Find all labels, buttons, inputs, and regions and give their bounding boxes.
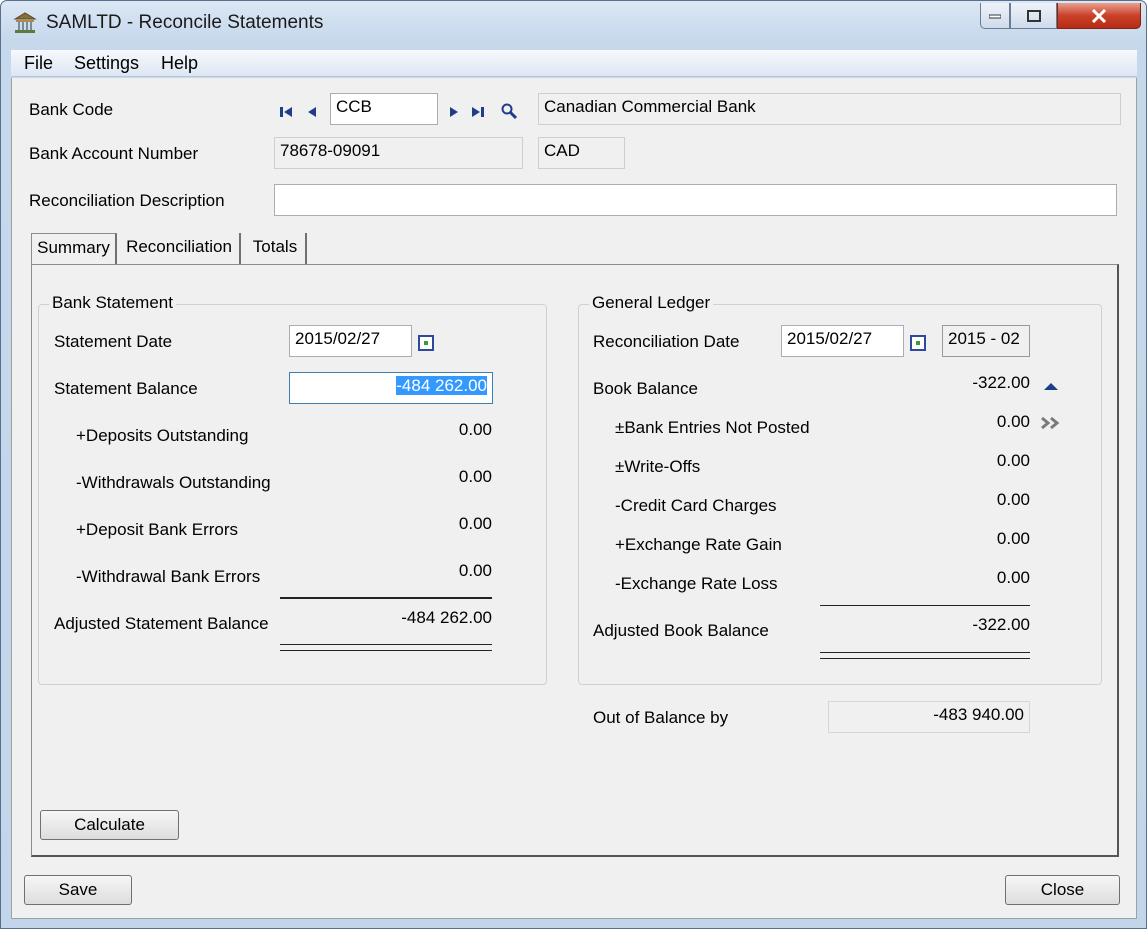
bank-account-number-value: 78678-09091 bbox=[280, 141, 381, 160]
calculate-button-label: Calculate bbox=[74, 815, 145, 834]
gl-total-double-rule-bottom bbox=[820, 658, 1030, 659]
client-area: Bank Code CCB Canadian Commercial Bank B… bbox=[11, 78, 1137, 919]
maximize-icon bbox=[1026, 9, 1041, 22]
statement-balance-input[interactable]: -484 262.00 bbox=[289, 372, 493, 404]
tab-reconciliation-label: Reconciliation bbox=[126, 237, 232, 256]
reconciliation-date-value: 2015/02/27 bbox=[787, 329, 873, 348]
magnifier-icon[interactable] bbox=[501, 103, 517, 119]
tab-totals[interactable]: Totals bbox=[245, 233, 307, 265]
credit-card-charges-value: 0.00 bbox=[996, 490, 1030, 509]
withdrawal-bank-errors-label: -Withdrawal Bank Errors bbox=[76, 567, 261, 586]
adjusted-statement-balance-label: Adjusted Statement Balance bbox=[54, 614, 269, 633]
adjusted-book-balance-value: -322.00 bbox=[972, 615, 1030, 634]
out-of-balance-field: -483 940.00 bbox=[828, 701, 1030, 733]
menu-file[interactable]: File bbox=[24, 53, 53, 74]
fiscal-period-field[interactable]: 2015 - 02 bbox=[942, 325, 1030, 357]
currency-field: CAD bbox=[538, 137, 625, 169]
write-offs-label: ±Write-Offs bbox=[615, 457, 701, 476]
minimize-button[interactable] bbox=[980, 3, 1010, 29]
general-ledger-title: General Ledger bbox=[589, 293, 714, 313]
statement-date-label: Statement Date bbox=[54, 332, 173, 351]
gl-subtotal-rule bbox=[820, 605, 1030, 606]
first-record-icon[interactable] bbox=[278, 104, 294, 120]
bank-account-number-label: Bank Account Number bbox=[29, 144, 199, 163]
close-button[interactable]: Close bbox=[1005, 875, 1120, 905]
currency-value: CAD bbox=[544, 141, 580, 160]
bank-building-icon bbox=[13, 12, 37, 33]
subtotal-rule bbox=[280, 597, 492, 599]
deposit-bank-errors-label: +Deposit Bank Errors bbox=[76, 520, 239, 539]
window-title: SAMLTD - Reconcile Statements bbox=[46, 12, 324, 33]
reconciliation-date-input[interactable]: 2015/02/27 bbox=[781, 325, 904, 357]
total-double-rule-bottom bbox=[280, 650, 492, 651]
bank-name-field: Canadian Commercial Bank bbox=[538, 93, 1121, 125]
book-balance-value: -322.00 bbox=[972, 373, 1030, 392]
bank-code-label: Bank Code bbox=[29, 100, 114, 119]
tab-summary[interactable]: Summary bbox=[31, 233, 117, 267]
out-of-balance-label: Out of Balance by bbox=[593, 708, 729, 727]
statement-date-input[interactable]: 2015/02/27 bbox=[289, 325, 412, 357]
save-button[interactable]: Save bbox=[24, 875, 132, 905]
exchange-rate-gain-label: +Exchange Rate Gain bbox=[615, 535, 782, 554]
next-record-icon[interactable] bbox=[446, 104, 462, 120]
reconciliation-description-input[interactable] bbox=[274, 184, 1117, 216]
total-double-rule-top bbox=[280, 644, 492, 645]
exchange-rate-loss-value: 0.00 bbox=[996, 568, 1030, 587]
menu-help-label: Help bbox=[161, 53, 199, 73]
drilldown-icon[interactable] bbox=[1039, 415, 1063, 431]
bank-code-input[interactable]: CCB bbox=[330, 93, 438, 125]
close-icon bbox=[1091, 8, 1107, 23]
bank-code-value: CCB bbox=[336, 97, 372, 116]
withdrawals-outstanding-label: -Withdrawals Outstanding bbox=[76, 473, 271, 492]
tab-reconciliation[interactable]: Reconciliation bbox=[119, 233, 241, 265]
withdrawals-outstanding-value: 0.00 bbox=[458, 467, 492, 486]
adjusted-book-balance-label: Adjusted Book Balance bbox=[593, 621, 769, 640]
menu-settings[interactable]: Settings bbox=[74, 53, 139, 74]
reconcile-statements-window: SAMLTD - Reconcile Statements File Setti… bbox=[0, 0, 1147, 929]
book-balance-label: Book Balance bbox=[593, 379, 698, 398]
statement-balance-value: -484 262.00 bbox=[396, 376, 487, 395]
calendar-icon[interactable] bbox=[910, 335, 926, 351]
deposits-outstanding-label: +Deposits Outstanding bbox=[76, 426, 249, 445]
write-offs-value: 0.00 bbox=[996, 451, 1030, 470]
bank-account-number-field: 78678-09091 bbox=[274, 137, 523, 169]
title-bar[interactable]: SAMLTD - Reconcile Statements bbox=[1, 1, 1146, 45]
adjusted-statement-balance-value: -484 262.00 bbox=[401, 608, 492, 627]
bank-entries-not-posted-label: ±Bank Entries Not Posted bbox=[615, 418, 810, 437]
menu-help[interactable]: Help bbox=[161, 53, 198, 74]
calendar-icon[interactable] bbox=[418, 335, 434, 351]
withdrawal-bank-errors-value: 0.00 bbox=[458, 561, 492, 580]
credit-card-charges-label: -Credit Card Charges bbox=[615, 496, 777, 515]
close-button-label: Close bbox=[1040, 880, 1085, 899]
menu-file-label: File bbox=[24, 53, 54, 73]
bank-name-value: Canadian Commercial Bank bbox=[544, 97, 756, 116]
summary-tab-panel: Bank Statement Statement Date 2015/02/27… bbox=[31, 264, 1119, 857]
bank-entries-not-posted-value: 0.00 bbox=[996, 412, 1030, 431]
reconciliation-date-label: Reconciliation Date bbox=[593, 332, 740, 351]
save-button-label: Save bbox=[58, 880, 98, 899]
exchange-rate-gain-value: 0.00 bbox=[996, 529, 1030, 548]
menu-bar: File Settings Help bbox=[11, 50, 1137, 77]
menu-settings-label: Settings bbox=[74, 53, 140, 73]
tab-summary-label: Summary bbox=[37, 238, 110, 257]
gl-total-double-rule-top bbox=[820, 652, 1030, 653]
collapse-up-icon[interactable] bbox=[1043, 381, 1059, 391]
bank-statement-title: Bank Statement bbox=[49, 293, 176, 313]
close-window-button[interactable] bbox=[1057, 3, 1141, 29]
minimize-icon bbox=[989, 14, 1001, 18]
deposits-outstanding-value: 0.00 bbox=[458, 420, 492, 439]
exchange-rate-loss-label: -Exchange Rate Loss bbox=[615, 574, 778, 593]
maximize-button[interactable] bbox=[1010, 3, 1057, 29]
out-of-balance-value: -483 940.00 bbox=[933, 705, 1024, 724]
statement-balance-label: Statement Balance bbox=[54, 379, 198, 398]
fiscal-period-value: 2015 - 02 bbox=[948, 329, 1020, 348]
tab-totals-label: Totals bbox=[252, 237, 298, 256]
statement-date-value: 2015/02/27 bbox=[295, 329, 381, 348]
calculate-button[interactable]: Calculate bbox=[40, 810, 179, 840]
reconciliation-description-label: Reconciliation Description bbox=[29, 191, 225, 210]
last-record-icon[interactable] bbox=[470, 104, 486, 120]
previous-record-icon[interactable] bbox=[304, 104, 320, 120]
deposit-bank-errors-value: 0.00 bbox=[458, 514, 492, 533]
